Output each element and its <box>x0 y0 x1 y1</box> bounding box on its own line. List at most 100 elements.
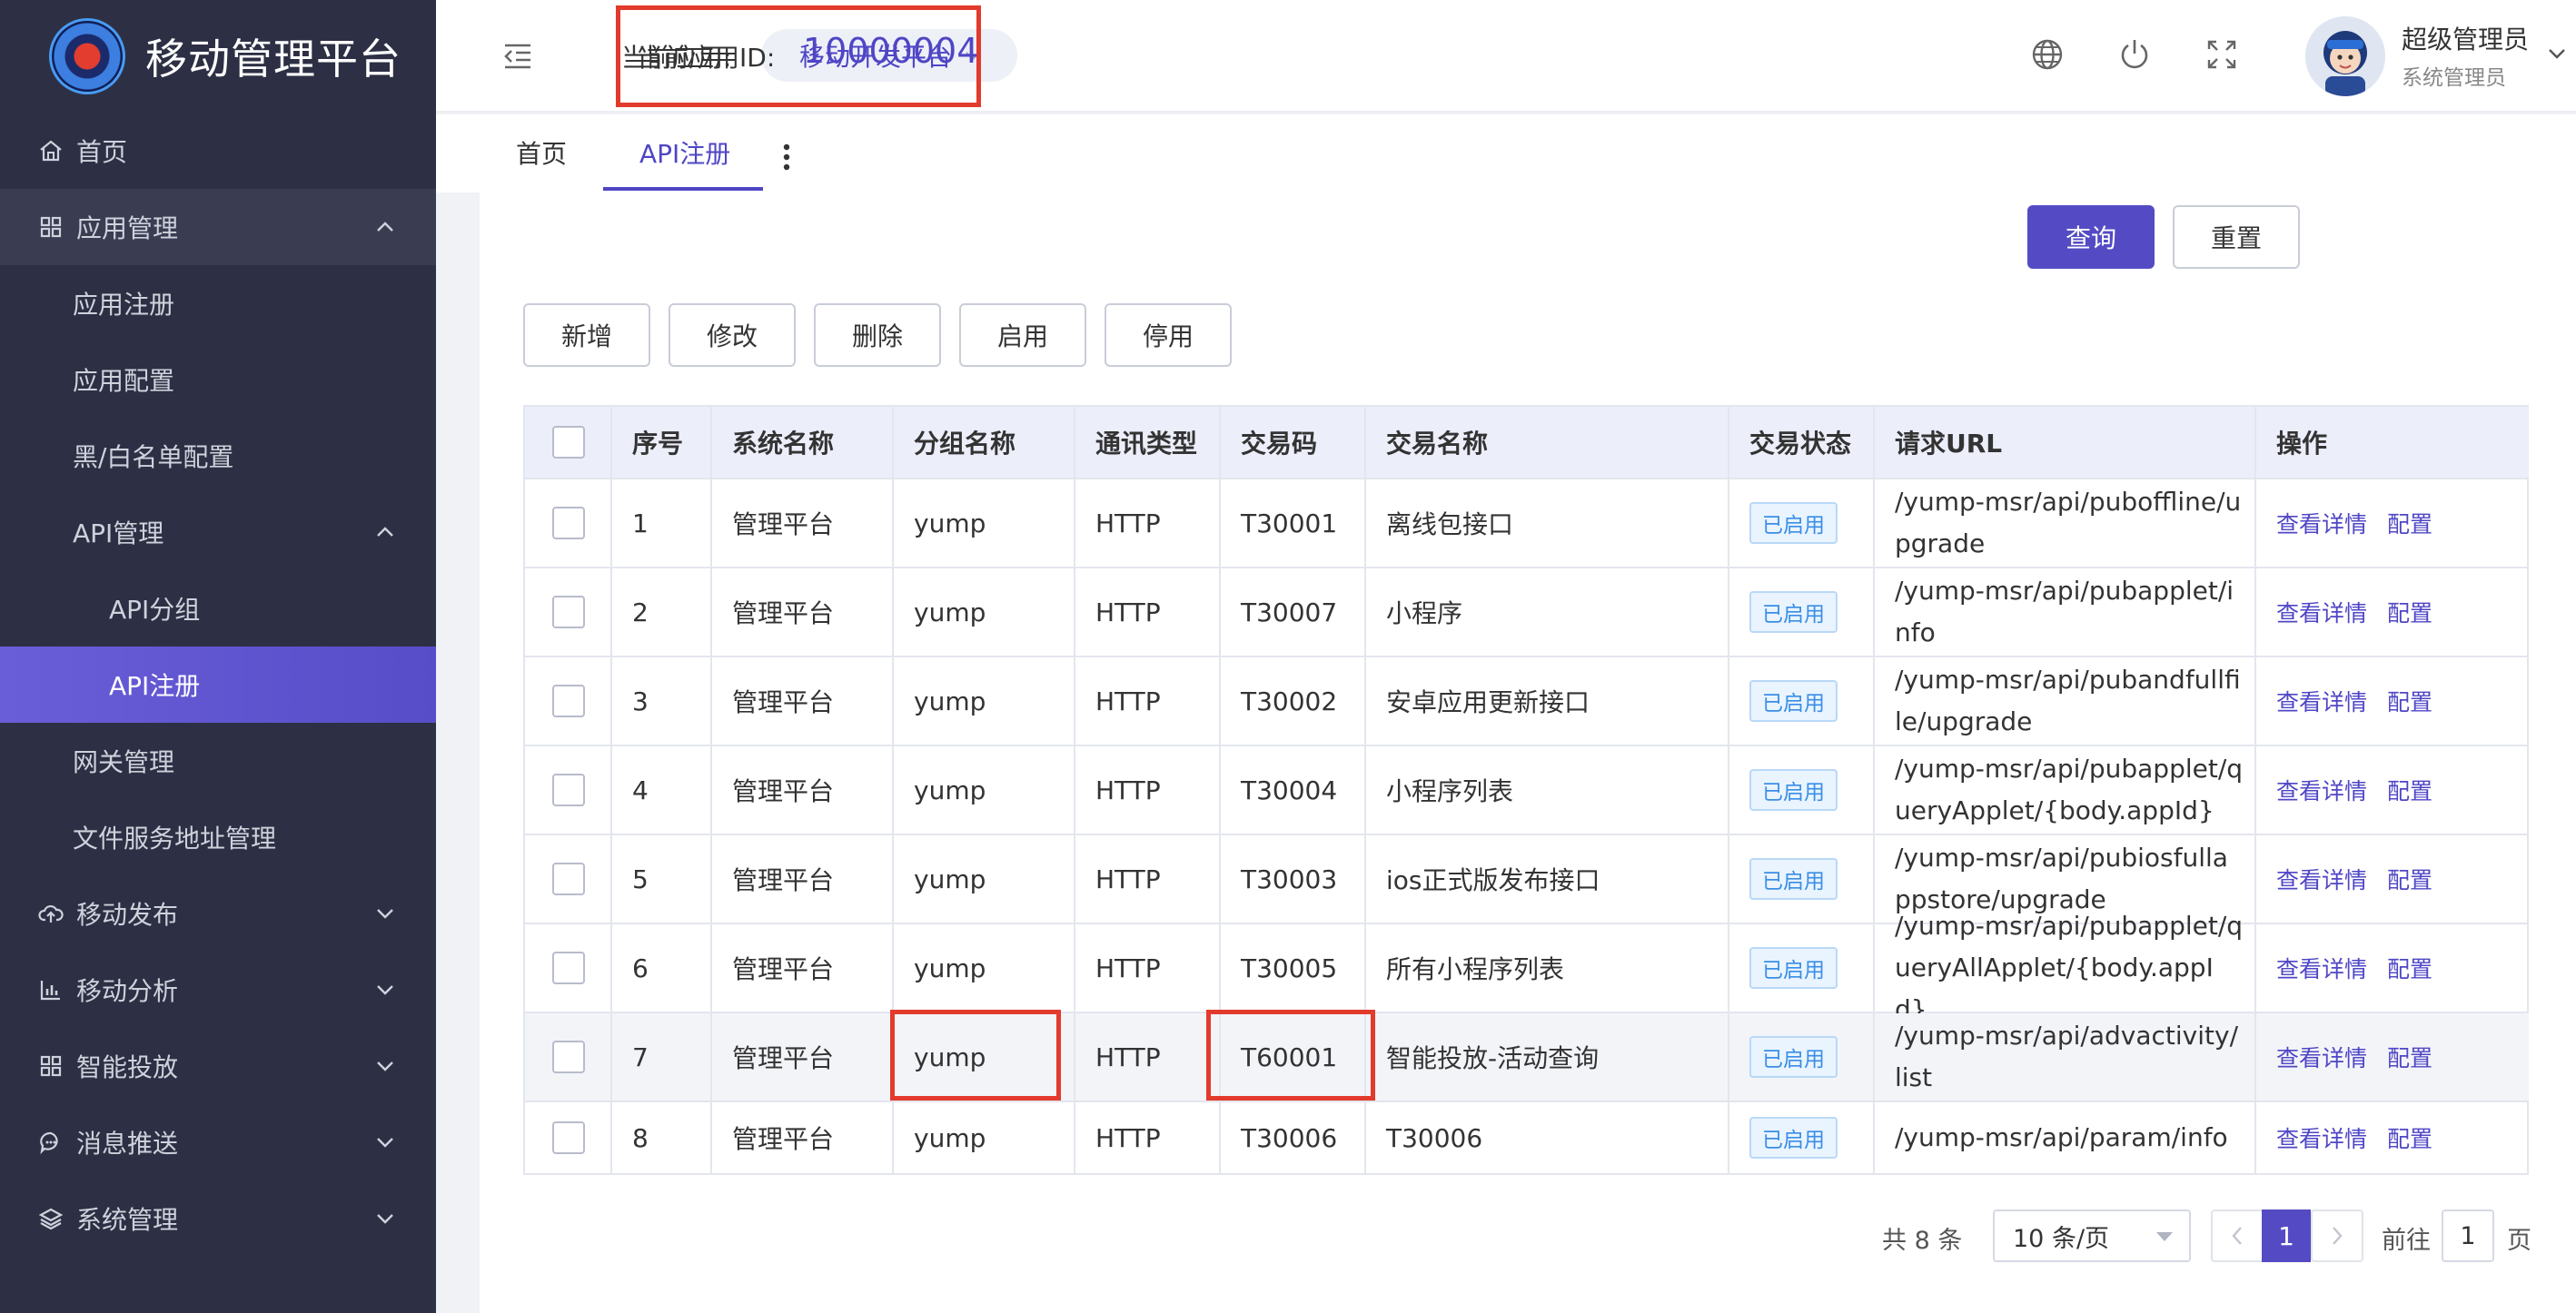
trade-code: T30007 <box>1221 568 1366 656</box>
table-row[interactable]: 1 管理平台 yump HTTP T30001 离线包接口 已启用/yump-msr/api… <box>525 479 2529 568</box>
request-url: /yump-msr/api/pubapplet/queryApplet/{bod… <box>1875 746 2256 834</box>
sidebar-item-0[interactable]: 首页 <box>0 113 436 189</box>
view-detail-link[interactable]: 查看详情 <box>2276 685 2367 717</box>
chevron-right-icon <box>2333 1227 2343 1245</box>
sidebar-item-7[interactable]: API注册 <box>0 647 436 723</box>
table-row[interactable]: 7 管理平台 yump HTTP T60001 智能投放-活动查询 已启用/yump-msr… <box>525 1013 2529 1102</box>
row-checkbox[interactable] <box>552 596 585 628</box>
chevron-down-icon <box>377 985 393 995</box>
group-name-highlight-box <box>890 1010 1061 1101</box>
table-row[interactable]: 4 管理平台 yump HTTP T30004 小程序列表 已启用/yump-msr/api… <box>525 746 2529 835</box>
edit-button[interactable]: 修改 <box>669 303 796 367</box>
view-detail-link[interactable]: 查看详情 <box>2276 1041 2367 1073</box>
trade-status-cell: 已启用 <box>1729 746 1875 834</box>
sidebar-item-1[interactable]: 应用管理 <box>0 189 436 265</box>
disable-button[interactable]: 停用 <box>1105 303 1232 367</box>
more-vertical-icon[interactable] <box>781 142 792 173</box>
avatar[interactable] <box>2305 16 2385 96</box>
group-name: yump <box>894 835 1075 923</box>
sidebar-item-3[interactable]: 应用配置 <box>0 341 436 418</box>
user-menu-chevron-icon[interactable] <box>2545 42 2569 65</box>
sidebar-item-6[interactable]: API分组 <box>0 570 436 647</box>
sidebar-item-label: 黑/白名单配置 <box>73 442 234 472</box>
add-button[interactable]: 新增 <box>523 303 650 367</box>
query-button[interactable]: 查询 <box>2027 205 2155 269</box>
user-name[interactable]: 超级管理员 <box>2402 20 2529 56</box>
system-name: 管理平台 <box>712 835 894 923</box>
row-checkbox[interactable] <box>552 1121 585 1154</box>
select-all-checkbox[interactable] <box>552 426 585 459</box>
row-checkbox[interactable] <box>552 507 585 539</box>
table-row[interactable]: 3 管理平台 yump HTTP T30002 安卓应用更新接口 已启用/yump-msr/… <box>525 657 2529 746</box>
bar-chart-icon <box>38 977 64 1002</box>
next-page-button[interactable] <box>2311 1209 2363 1262</box>
column-header: 序号 <box>612 407 712 478</box>
sidebar-item-14[interactable]: 系统管理 <box>0 1180 436 1257</box>
page-number-current[interactable]: 1 <box>2262 1209 2311 1262</box>
config-link[interactable]: 配置 <box>2387 774 2432 806</box>
config-link[interactable]: 配置 <box>2387 1041 2432 1073</box>
config-link[interactable]: 配置 <box>2387 952 2432 984</box>
sidebar-item-13[interactable]: 消息推送 <box>0 1104 436 1180</box>
sidebar-item-12[interactable]: 智能投放 <box>0 1028 436 1104</box>
prev-page-button[interactable] <box>2211 1209 2264 1262</box>
config-link[interactable]: 配置 <box>2387 596 2432 628</box>
view-detail-link[interactable]: 查看详情 <box>2276 774 2367 806</box>
tab-home[interactable]: 首页 <box>516 134 567 171</box>
trade-name: 所有小程序列表 <box>1366 924 1729 1012</box>
menu-collapse-icon[interactable] <box>501 40 534 73</box>
row-actions-cell: 查看详情 配置 <box>2256 568 2529 656</box>
language-globe-icon[interactable] <box>2029 36 2066 73</box>
reset-button[interactable]: 重置 <box>2173 205 2300 269</box>
trade-code: T30003 <box>1221 835 1366 923</box>
page-size-select[interactable]: 10 条/页 <box>1993 1209 2191 1262</box>
power-icon[interactable] <box>2116 36 2153 73</box>
sidebar-item-label: 文件服务地址管理 <box>73 824 277 854</box>
top-header: 当前应用: 移动开发平台 当前应用ID: 10000004 超级管理员 系统管理… <box>436 0 2576 113</box>
table-row[interactable]: 6 管理平台 yump HTTP T30005 所有小程序列表 已启用/yump-msr/a… <box>525 911 2529 1024</box>
row-checkbox[interactable] <box>552 952 585 984</box>
row-checkbox-cell <box>525 835 612 923</box>
row-no: 2 <box>612 568 712 656</box>
system-name: 管理平台 <box>712 1013 894 1101</box>
row-no: 8 <box>612 1102 712 1173</box>
trade-status-cell: 已启用 <box>1729 1102 1875 1173</box>
tab-api-register[interactable]: API注册 <box>639 134 730 171</box>
goto-label: 前往 <box>2382 1227 2431 1255</box>
config-link[interactable]: 配置 <box>2387 863 2432 895</box>
row-checkbox[interactable] <box>552 1041 585 1073</box>
system-name: 管理平台 <box>712 479 894 567</box>
view-detail-link[interactable]: 查看详情 <box>2276 1121 2367 1154</box>
delete-button[interactable]: 删除 <box>814 303 941 367</box>
column-header: 请求URL <box>1875 407 2256 478</box>
status-badge: 已启用 <box>1749 1117 1838 1159</box>
sidebar-item-10[interactable]: 移动发布 <box>0 875 436 952</box>
sidebar-item-11[interactable]: 移动分析 <box>0 952 436 1028</box>
config-link[interactable]: 配置 <box>2387 685 2432 717</box>
view-detail-link[interactable]: 查看详情 <box>2276 952 2367 984</box>
active-tab-indicator <box>603 187 763 191</box>
table-row[interactable]: 2 管理平台 yump HTTP T30007 小程序 已启用/yump-msr/api/p… <box>525 568 2529 657</box>
goto-page-input[interactable]: 1 <box>2442 1209 2494 1262</box>
config-link[interactable]: 配置 <box>2387 507 2432 539</box>
row-checkbox[interactable] <box>552 774 585 806</box>
row-checkbox[interactable] <box>552 685 585 717</box>
row-no: 5 <box>612 835 712 923</box>
trade-name: 智能投放-活动查询 <box>1366 1013 1729 1101</box>
trade-code: T30001 <box>1221 479 1366 567</box>
sidebar-item-2[interactable]: 应用注册 <box>0 265 436 341</box>
fullscreen-icon[interactable] <box>2204 36 2240 73</box>
trade-status-cell: 已启用 <box>1729 568 1875 656</box>
sidebar-item-4[interactable]: 黑/白名单配置 <box>0 418 436 494</box>
row-checkbox[interactable] <box>552 863 585 895</box>
config-link[interactable]: 配置 <box>2387 1121 2432 1154</box>
sidebar-item-label: API分组 <box>109 595 201 625</box>
sidebar-item-5[interactable]: API管理 <box>0 494 436 570</box>
sidebar-item-9[interactable]: 文件服务地址管理 <box>0 799 436 875</box>
enable-button[interactable]: 启用 <box>959 303 1086 367</box>
view-detail-link[interactable]: 查看详情 <box>2276 596 2367 628</box>
view-detail-link[interactable]: 查看详情 <box>2276 507 2367 539</box>
table-row[interactable]: 8 管理平台 yump HTTP T30006 T30006 已启用/yump-msr/ap… <box>525 1102 2529 1175</box>
view-detail-link[interactable]: 查看详情 <box>2276 863 2367 895</box>
sidebar-item-8[interactable]: 网关管理 <box>0 723 436 799</box>
